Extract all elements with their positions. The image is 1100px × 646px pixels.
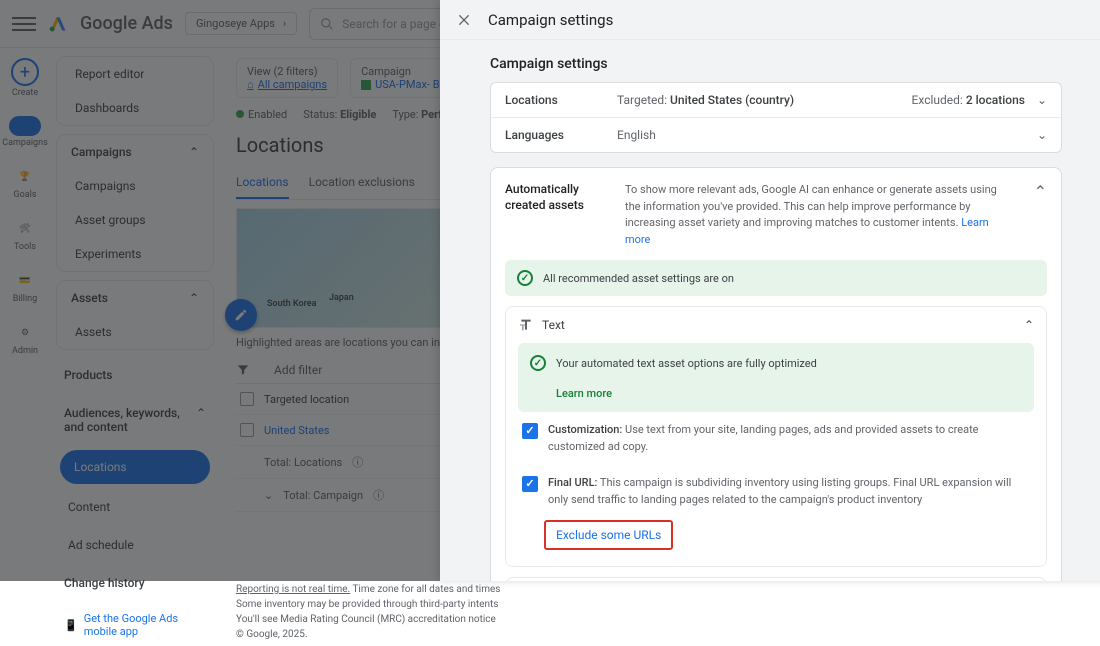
close-button[interactable] [454, 10, 474, 30]
campaign-settings-panel: Campaign settings Campaign settings Loca… [440, 0, 1100, 581]
text-subcard-header[interactable]: Text ⌃ [506, 307, 1046, 343]
video-subcard: Video Enhancement turned on ⌄ [505, 577, 1047, 581]
auto-assets-desc: To show more relevant ads, Google AI can… [625, 182, 1014, 248]
check-circle-icon [530, 355, 546, 371]
customization-option: Customization: Use text from your site, … [518, 412, 1034, 465]
text-subcard: Text ⌃ Your automated text asset options… [505, 306, 1047, 567]
panel-title: Campaign settings [488, 11, 613, 29]
customization-checkbox[interactable] [522, 423, 538, 439]
collapse-button[interactable]: ⌃ [1034, 182, 1047, 201]
phone-icon: 📱 [64, 619, 78, 632]
auto-assets-card: Automatically created assets To show mor… [490, 167, 1062, 581]
close-icon [456, 12, 472, 28]
nav-get-app[interactable]: 📱Get the Google Ads mobile app [50, 604, 220, 646]
settings-summary: Locations Targeted: United States (count… [490, 82, 1062, 153]
panel-body: Campaign settings Locations Targeted: Un… [440, 40, 1100, 581]
section-title: Campaign settings [490, 56, 1062, 72]
text-optimized-banner: Your automated text asset options are fu… [518, 343, 1034, 412]
settings-banner: All recommended asset settings are on [505, 260, 1047, 296]
panel-header: Campaign settings [440, 0, 1100, 40]
chevron-down-icon: ⌄ [1037, 128, 1047, 142]
check-circle-icon [517, 270, 533, 286]
chevron-up-icon: ⌃ [1024, 318, 1034, 332]
chevron-down-icon: ⌄ [1037, 93, 1047, 107]
exclude-urls-link[interactable]: Exclude some URLs [544, 520, 673, 550]
finalurl-option: Final URL: This campaign is subdividing … [518, 465, 1034, 518]
footer-note: Reporting is not real time. Time zone fo… [236, 582, 1084, 642]
finalurl-checkbox[interactable] [522, 476, 538, 492]
row-languages[interactable]: Languages English ⌄ [491, 118, 1061, 152]
row-locations[interactable]: Locations Targeted: United States (count… [491, 83, 1061, 118]
text-icon [518, 317, 534, 333]
modal-overlay [0, 0, 440, 581]
auto-assets-title: Automatically created assets [505, 182, 605, 213]
learn-more-link[interactable]: Learn more [556, 387, 612, 400]
